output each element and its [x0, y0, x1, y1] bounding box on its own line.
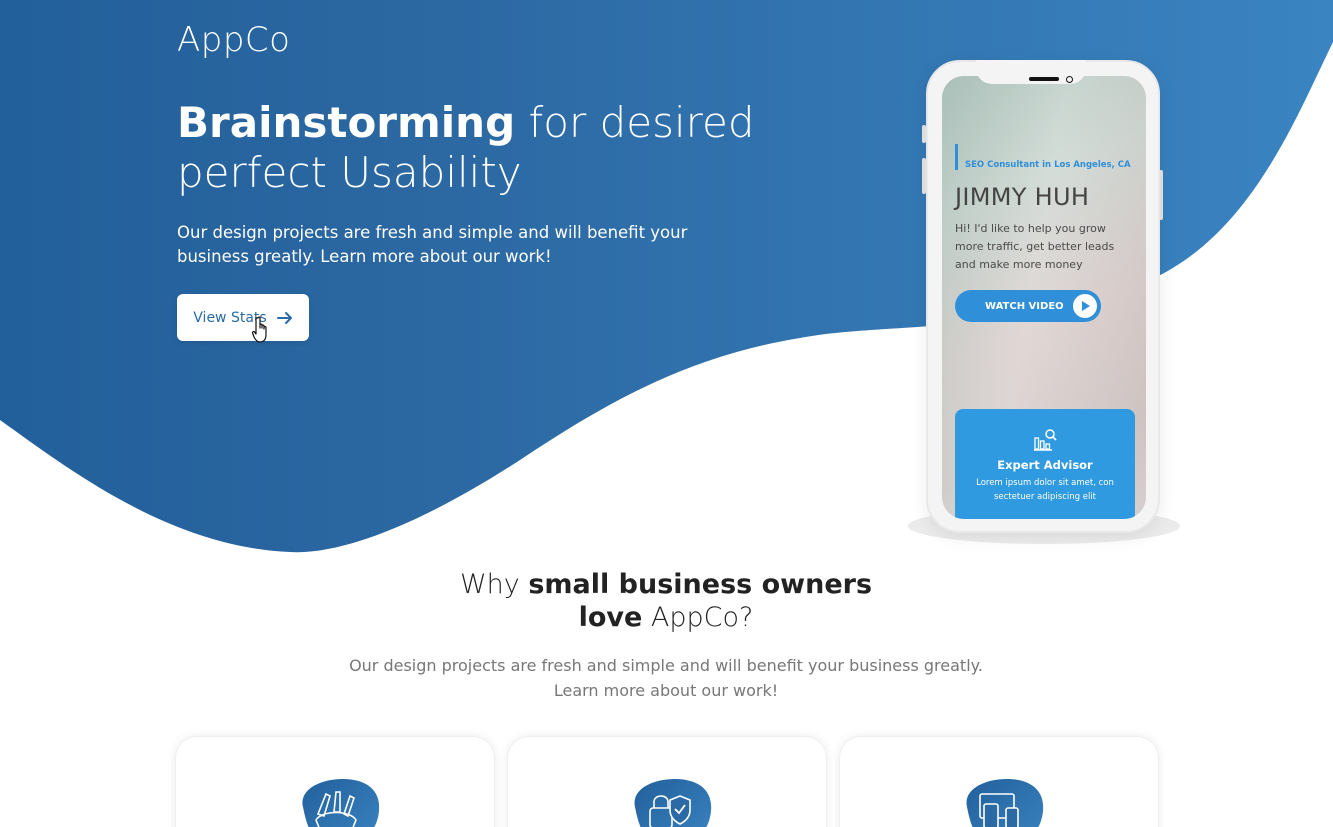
- hero-title: Brainstorming for desired perfect Usabil…: [177, 98, 777, 198]
- section-title: Why small business owners love AppCo?: [366, 568, 966, 634]
- hand-cursor-icon: [251, 316, 267, 343]
- view-stats-button[interactable]: View Stats: [177, 294, 309, 341]
- hero-title-bold: Brainstorming: [177, 98, 516, 147]
- responsive-devices-icon: [979, 793, 1019, 827]
- phone-mockup: SEO Consultant in Los Angeles, CA JIMMY …: [926, 60, 1160, 533]
- feature-card[interactable]: [839, 736, 1159, 827]
- watch-video-button[interactable]: WATCH VIDEO: [955, 290, 1101, 322]
- feature-card[interactable]: [507, 736, 827, 827]
- hero-title-line2: perfect Usability: [177, 148, 522, 197]
- section-subtitle: Our design projects are fresh and simple…: [349, 656, 983, 700]
- phone-kicker: SEO Consultant in Los Angeles, CA: [965, 160, 1131, 170]
- expert-advisor-text: Lorem ipsum dolor sit amet, con sectetue…: [976, 478, 1114, 502]
- phone-speaker: [1029, 77, 1059, 81]
- expert-advisor-card: Expert Advisor Lorem ipsum dolor sit ame…: [955, 409, 1135, 519]
- watch-video-label: WATCH VIDEO: [985, 300, 1064, 312]
- phone-screen: SEO Consultant in Los Angeles, CA JIMMY …: [942, 76, 1146, 519]
- phone-description: Hi! I'd like to help you grow more traff…: [955, 222, 1115, 271]
- play-icon: [1073, 294, 1097, 318]
- phone-name: JIMMY HUH: [955, 183, 1090, 211]
- phone-camera: [1066, 76, 1073, 83]
- hero-title-rest: for desired: [515, 98, 755, 147]
- phone-accent-line: [955, 144, 958, 170]
- section-title-part2: AppCo?: [642, 602, 754, 633]
- feature-card[interactable]: [175, 736, 495, 827]
- section-title-bold1: small business owners: [528, 569, 873, 600]
- chart-search-icon: [1034, 429, 1057, 451]
- section-title-bold2: love: [578, 602, 643, 633]
- expert-advisor-title: Expert Advisor: [997, 458, 1093, 472]
- design-tools-icon: [315, 791, 357, 827]
- brand-logo[interactable]: AppCo: [177, 20, 290, 60]
- arrow-right-icon: [276, 311, 292, 324]
- hero-subtitle: Our design projects are fresh and simple…: [177, 223, 688, 266]
- section-title-part1: Why: [459, 569, 529, 600]
- security-shield-icon: [649, 795, 691, 827]
